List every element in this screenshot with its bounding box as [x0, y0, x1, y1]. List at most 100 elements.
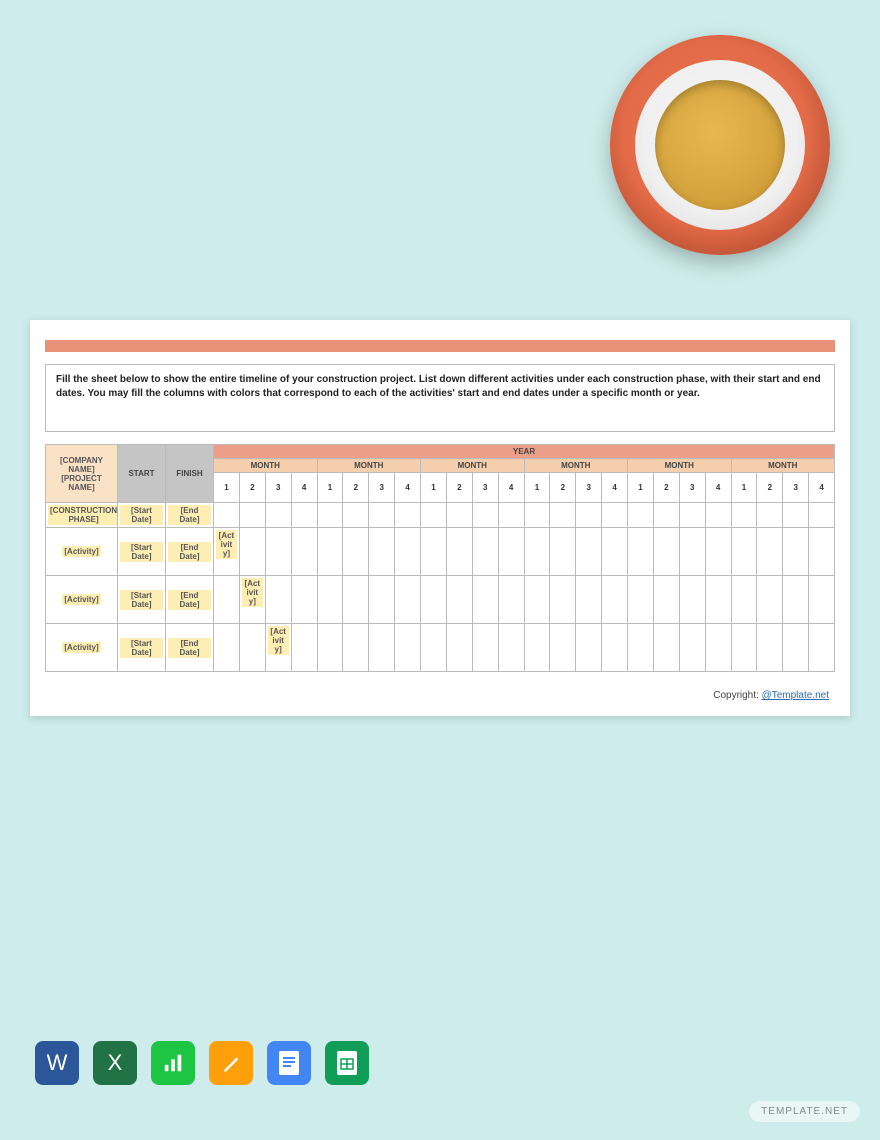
gantt-cell [705, 624, 731, 672]
numbers-icon[interactable] [151, 1041, 195, 1085]
week-header: 3 [472, 473, 498, 503]
week-header: 4 [809, 473, 835, 503]
gantt-table: [COMPANY NAME] [PROJECT NAME] START FINI… [45, 444, 835, 672]
excel-icon[interactable]: X [93, 1041, 137, 1085]
table-row: [Activity][Start Date][End Date][Activit… [46, 576, 835, 624]
year-header: YEAR [214, 445, 835, 459]
gantt-cell [239, 528, 265, 576]
gantt-cell [757, 624, 783, 672]
gantt-cell [757, 503, 783, 528]
gantt-cell [679, 528, 705, 576]
gantt-cell [731, 503, 757, 528]
gantt-cell [472, 576, 498, 624]
coffee-liquid [655, 80, 785, 210]
accent-bar [45, 340, 835, 352]
gantt-cell [679, 624, 705, 672]
gantt-cell: [Activity] [265, 624, 291, 672]
month-header: MONTH [421, 459, 525, 473]
gantt-cell [809, 503, 835, 528]
gantt-cell [472, 503, 498, 528]
week-header: 2 [653, 473, 679, 503]
google-sheets-icon[interactable] [325, 1041, 369, 1085]
month-header: MONTH [214, 459, 318, 473]
week-header: 2 [446, 473, 472, 503]
gantt-cell [317, 528, 343, 576]
week-header: 2 [239, 473, 265, 503]
start-date: [Start Date] [118, 528, 166, 576]
month-header: MONTH [317, 459, 421, 473]
gantt-cell [783, 503, 809, 528]
month-header: MONTH [524, 459, 628, 473]
gantt-cell [653, 624, 679, 672]
table-row: [Activity][Start Date][End Date][Activit… [46, 528, 835, 576]
gantt-cell [524, 503, 550, 528]
gantt-cell [809, 528, 835, 576]
gantt-cell [757, 528, 783, 576]
gantt-cell [446, 576, 472, 624]
gantt-cell [317, 503, 343, 528]
instruction-box: Fill the sheet below to show the entire … [45, 364, 835, 432]
week-header: 4 [602, 473, 628, 503]
week-header: 4 [705, 473, 731, 503]
gantt-cell [369, 528, 395, 576]
gantt-cell [628, 576, 654, 624]
gantt-cell [446, 503, 472, 528]
gantt-cell [265, 576, 291, 624]
gantt-cell [524, 624, 550, 672]
gantt-cell [369, 576, 395, 624]
gantt-cell [809, 576, 835, 624]
gantt-cell [498, 624, 524, 672]
gantt-cell [265, 528, 291, 576]
gantt-cell [731, 576, 757, 624]
gantt-cell [395, 624, 421, 672]
copyright-label: Copyright: [713, 690, 761, 701]
gantt-cell [550, 528, 576, 576]
gantt-cell: [Activity] [239, 576, 265, 624]
gantt-cell [421, 528, 447, 576]
gantt-cell [472, 624, 498, 672]
gantt-cell [602, 528, 628, 576]
week-header: 1 [524, 473, 550, 503]
gantt-cell [343, 528, 369, 576]
week-header: 3 [783, 473, 809, 503]
word-icon[interactable]: W [35, 1041, 79, 1085]
google-docs-icon[interactable] [267, 1041, 311, 1085]
gantt-cell [395, 503, 421, 528]
row-label: [Activity] [46, 576, 118, 624]
gantt-cell [576, 503, 602, 528]
gantt-cell [628, 624, 654, 672]
end-date: [End Date] [166, 576, 214, 624]
week-header: 4 [291, 473, 317, 503]
project-placeholder: [PROJECT NAME] [61, 474, 101, 492]
gantt-cell [731, 624, 757, 672]
gantt-cell [524, 576, 550, 624]
week-header: 2 [757, 473, 783, 503]
month-header: MONTH [628, 459, 732, 473]
coffee-prop [610, 35, 830, 255]
week-header: 4 [395, 473, 421, 503]
gantt-cell [291, 576, 317, 624]
table-row: [CONSTRUCTION PHASE][Start Date][End Dat… [46, 503, 835, 528]
gantt-cell [524, 528, 550, 576]
gantt-cell [395, 528, 421, 576]
template-link[interactable]: @Template.net [762, 690, 829, 701]
gantt-cell [214, 503, 240, 528]
end-date: [End Date] [166, 528, 214, 576]
gantt-cell [265, 503, 291, 528]
gantt-cell [679, 503, 705, 528]
week-header: 4 [498, 473, 524, 503]
company-project-header: [COMPANY NAME] [PROJECT NAME] [46, 445, 118, 503]
gantt-cell [214, 576, 240, 624]
pages-icon[interactable] [209, 1041, 253, 1085]
month-header: MONTH [731, 459, 835, 473]
gantt-cell [343, 624, 369, 672]
watermark: TEMPLATE.NET [749, 1101, 860, 1122]
gantt-cell [291, 528, 317, 576]
gantt-cell [628, 503, 654, 528]
gantt-cell [421, 576, 447, 624]
row-label: [Activity] [46, 624, 118, 672]
start-date: [Start Date] [118, 503, 166, 528]
week-header: 2 [343, 473, 369, 503]
week-header: 1 [317, 473, 343, 503]
gantt-cell [472, 528, 498, 576]
